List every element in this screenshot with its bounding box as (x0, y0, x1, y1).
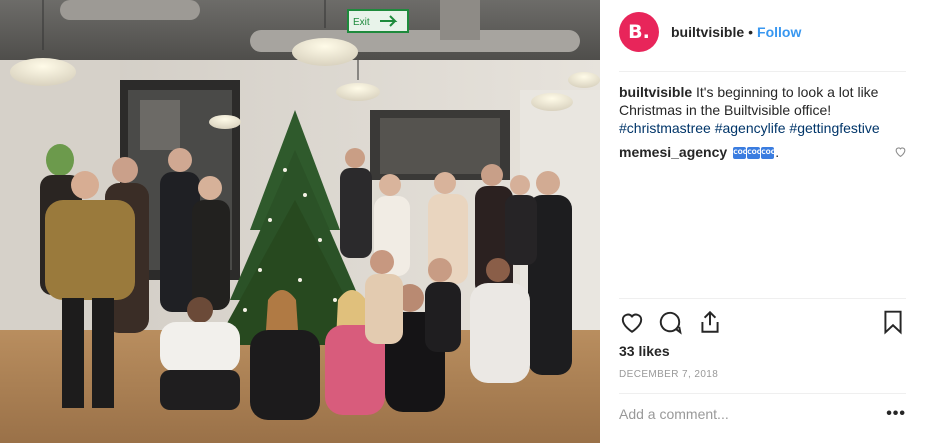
header-dot: • (748, 24, 754, 40)
like-heart-icon[interactable] (619, 309, 645, 335)
add-comment-input[interactable] (619, 406, 859, 422)
likes-count[interactable]: 33 likes (619, 343, 670, 359)
header-username[interactable]: builtvisible (671, 24, 744, 40)
divider (619, 298, 906, 299)
hashtag-link[interactable]: #gettingfestive (789, 120, 879, 136)
caption-username[interactable]: builtvisible (619, 84, 692, 100)
cool-emoji-icon: COOL (733, 147, 752, 160)
divider (619, 393, 906, 394)
exit-sign-text: Exit (353, 17, 370, 28)
group-photo-image: Exit (0, 0, 600, 443)
follow-button[interactable]: Follow (757, 24, 801, 40)
hashtag-link[interactable]: #christmastree (619, 120, 711, 136)
post-date: DECEMBER 7, 2018 (619, 369, 719, 380)
more-options-icon[interactable]: ••• (886, 405, 906, 423)
post-details-panel: B. builtvisible • Follow builtvisible It… (600, 0, 925, 443)
avatar[interactable]: B. (619, 12, 659, 52)
comment-username[interactable]: memesi_agency (619, 143, 727, 161)
bookmark-icon[interactable] (880, 309, 906, 335)
action-bar (619, 309, 906, 337)
post-photo[interactable]: Exit (0, 0, 600, 443)
comment-text: COOLCOOLCOOL. (733, 143, 780, 161)
post-header: B. builtvisible • Follow (619, 10, 906, 54)
comment-bubble-icon[interactable] (657, 309, 683, 335)
comment-suffix: . (775, 144, 780, 160)
cool-emoji-icon: COOL (747, 147, 766, 160)
comment-like-heart-icon[interactable] (894, 145, 907, 158)
share-icon[interactable] (697, 309, 723, 335)
post-caption: builtvisible It's beginning to look a lo… (619, 83, 906, 137)
avatar-letter: B. (628, 21, 650, 43)
comment-row: memesi_agency COOLCOOLCOOL. (619, 143, 906, 161)
divider (619, 71, 906, 72)
cool-emoji-icon: COOL (761, 147, 780, 160)
hashtag-link[interactable]: #agencylife (715, 120, 786, 136)
